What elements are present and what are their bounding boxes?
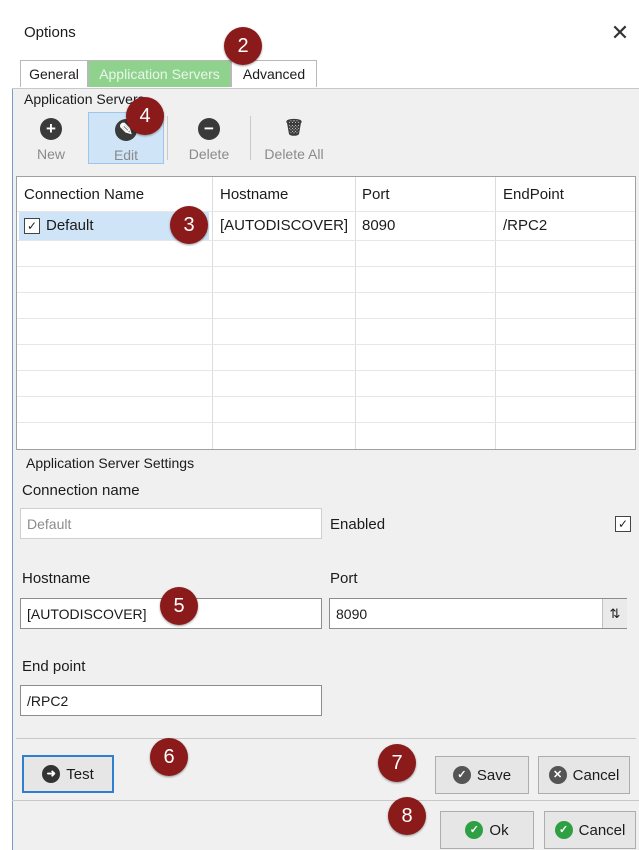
new-label: New xyxy=(36,146,65,162)
column-header-hostname[interactable]: Hostname xyxy=(220,186,288,203)
title-bar xyxy=(12,0,639,56)
window-title: Options xyxy=(24,24,76,41)
row-enabled-checkbox[interactable]: ✓ xyxy=(24,218,40,234)
callout-badge: 7 xyxy=(378,744,416,782)
row-line xyxy=(17,396,635,397)
enabled-checkbox[interactable]: ✓ xyxy=(615,516,631,532)
callout-badge: 5 xyxy=(160,587,198,625)
arrow-right-circle-icon: ➜ xyxy=(42,765,61,783)
enabled-label: Enabled xyxy=(330,516,386,533)
column-header-connection-name[interactable]: Connection Name xyxy=(24,186,144,203)
row-line xyxy=(17,318,635,319)
test-button[interactable]: ➜ Test xyxy=(22,755,114,793)
column-divider xyxy=(355,177,356,449)
tab-general[interactable]: General xyxy=(20,60,88,87)
row-line xyxy=(17,240,635,241)
cancel-dialog-label: Cancel xyxy=(578,821,626,839)
delete-all-label: Delete All xyxy=(264,146,324,162)
callout-badge: 2 xyxy=(224,27,262,65)
save-button[interactable]: ✓ Save xyxy=(435,756,529,794)
column-header-endpoint[interactable]: EndPoint xyxy=(503,186,564,203)
ok-button[interactable]: ✓ Ok xyxy=(440,811,534,849)
delete-button[interactable]: − Delete xyxy=(176,112,242,164)
delete-all-button[interactable]: 🗑 Delete All xyxy=(256,112,332,164)
row-connection-name[interactable]: Default xyxy=(46,217,94,234)
test-label: Test xyxy=(66,765,94,783)
row-endpoint[interactable]: /RPC2 xyxy=(503,217,547,234)
endpoint-field[interactable]: /RPC2 xyxy=(20,685,322,716)
callout-badge: 4 xyxy=(126,97,164,135)
callout-badge: 3 xyxy=(170,206,208,244)
connection-name-field[interactable]: Default xyxy=(20,508,322,539)
footer-divider xyxy=(12,800,639,801)
callout-badge: 6 xyxy=(150,738,188,776)
settings-divider xyxy=(16,738,636,739)
row-line xyxy=(17,266,635,267)
plus-circle-icon: + xyxy=(40,118,62,140)
cancel-settings-label: Cancel xyxy=(572,766,620,784)
endpoint-label: End point xyxy=(22,658,86,675)
edit-label: Edit xyxy=(113,147,139,163)
trash-icon: 🗑 xyxy=(283,120,305,137)
column-header-port[interactable]: Port xyxy=(362,186,390,203)
new-button[interactable]: + New xyxy=(22,112,80,164)
save-label: Save xyxy=(476,766,512,784)
port-field[interactable]: 8090 xyxy=(329,598,627,629)
cancel-dialog-button[interactable]: ✓ Cancel xyxy=(544,811,636,849)
cancel-settings-button[interactable]: ✕ Cancel xyxy=(538,756,630,794)
close-icon[interactable]: ✕ xyxy=(607,20,633,46)
hostname-label: Hostname xyxy=(22,570,91,587)
column-divider xyxy=(495,177,496,449)
check-circle-icon: ✓ xyxy=(554,821,573,839)
check-circle-icon: ✓ xyxy=(452,766,471,784)
x-circle-icon: ✕ xyxy=(548,766,567,784)
toolbar-separator xyxy=(250,116,251,160)
port-label: Port xyxy=(330,570,358,587)
toolbar-separator xyxy=(167,116,168,160)
callout-badge: 8 xyxy=(388,797,426,835)
minus-circle-icon: − xyxy=(198,118,220,140)
ok-label: Ok xyxy=(489,821,509,839)
port-spinner-icon[interactable]: ⇅ xyxy=(602,599,627,628)
delete-label: Delete xyxy=(188,146,230,162)
row-hostname[interactable]: [AUTODISCOVER] xyxy=(220,217,348,234)
row-port[interactable]: 8090 xyxy=(362,217,395,234)
connection-name-label: Connection name xyxy=(22,482,140,499)
settings-group-label: Application Server Settings xyxy=(24,455,197,471)
tab-application-servers[interactable]: Application Servers xyxy=(88,60,231,87)
application-servers-group-label: Application Servers xyxy=(22,91,147,107)
row-line xyxy=(17,292,635,293)
row-line xyxy=(17,422,635,423)
check-circle-icon: ✓ xyxy=(465,821,484,839)
row-line xyxy=(17,344,635,345)
column-divider xyxy=(212,177,213,449)
row-line xyxy=(17,370,635,371)
